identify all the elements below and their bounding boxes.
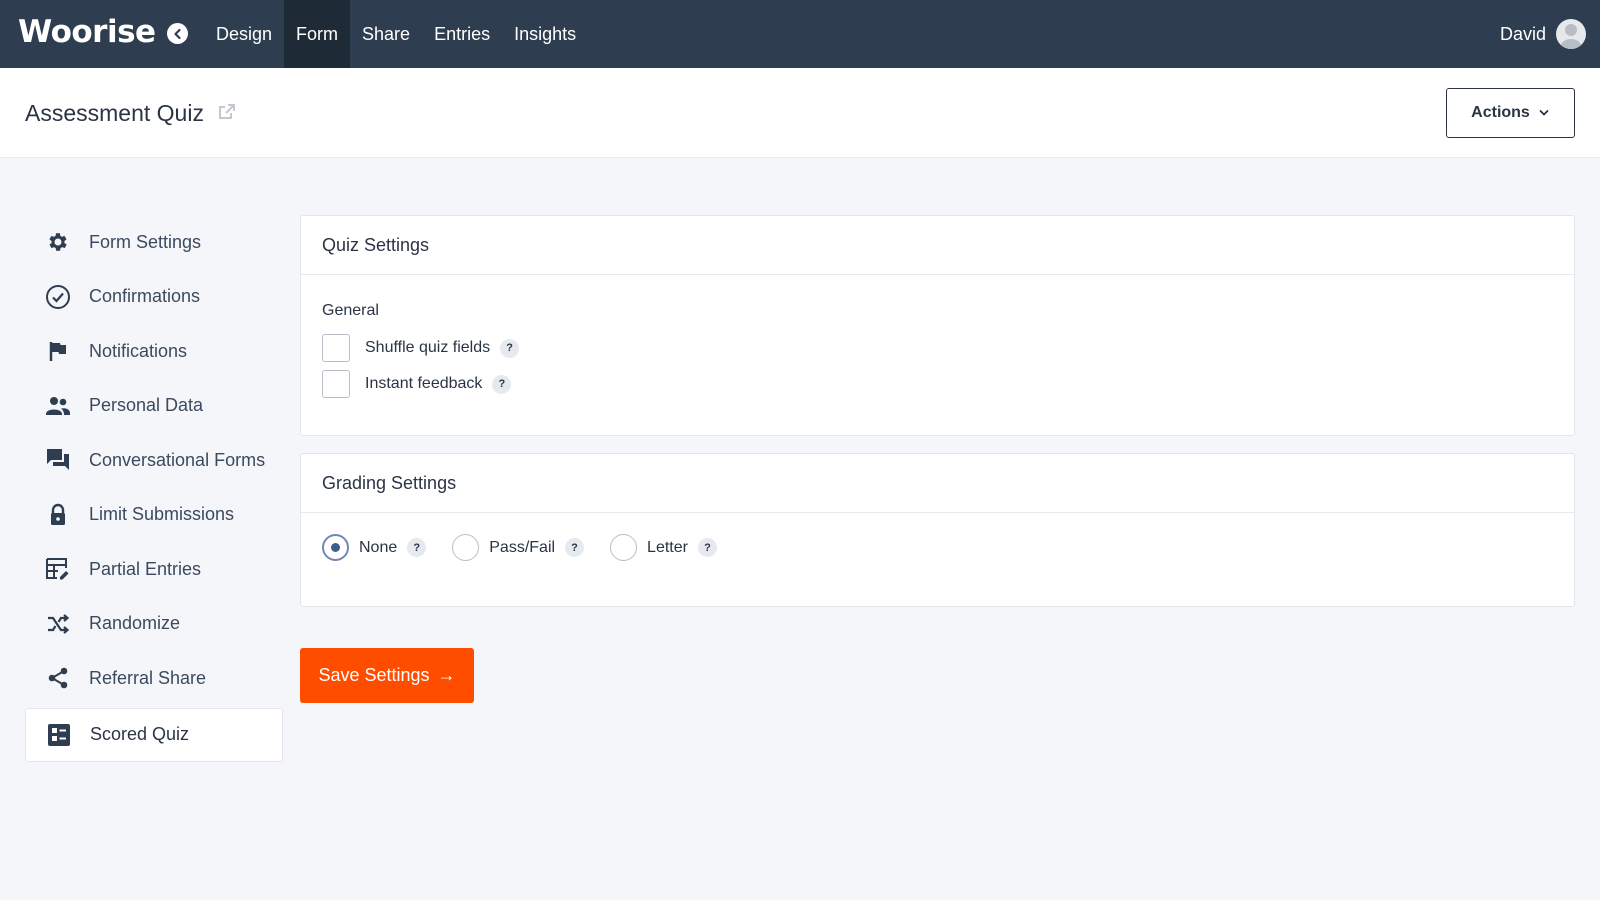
help-icon[interactable]: ? (500, 338, 520, 358)
lock-icon (45, 502, 71, 528)
sidebar-item-referral-share[interactable]: Referral Share (25, 651, 283, 706)
sidebar-item-conversational-forms[interactable]: Conversational Forms (25, 433, 283, 488)
user-name: David (1499, 23, 1546, 44)
shuffle-icon (45, 611, 71, 637)
help-icon[interactable]: ? (407, 538, 427, 557)
main-nav: Design Form Share Entries Insights (204, 0, 588, 68)
grading-option-none[interactable]: None ? (322, 534, 427, 561)
arrow-right-icon: → (437, 665, 456, 685)
option-label: None (359, 538, 398, 556)
sidebar-item-partial-entries[interactable]: Partial Entries (25, 542, 283, 597)
help-icon[interactable]: ? (492, 374, 512, 394)
nav-entries[interactable]: Entries (422, 0, 502, 68)
sidebar-item-label: Notifications (89, 340, 188, 361)
sidebar-item-personal-data[interactable]: Personal Data (25, 379, 283, 434)
grading-radio-group: None ? Pass/Fail ? Letter ? (322, 534, 743, 561)
chevron-left-icon (173, 28, 181, 39)
shuffle-quiz-fields-checkbox[interactable] (322, 334, 350, 362)
sidebar-item-label: Referral Share (89, 667, 207, 688)
sidebar-item-label: Conversational Forms (89, 449, 266, 470)
option-label: Shuffle quiz fields (365, 339, 491, 356)
panel-title: Grading Settings (301, 454, 1574, 513)
sidebar-item-label: Personal Data (89, 395, 204, 416)
shuffle-quiz-fields-option: Shuffle quiz fields ? (322, 334, 520, 362)
settings-sidebar: Form Settings Confirmations Notification… (25, 215, 283, 762)
option-label: Pass/Fail (489, 538, 556, 556)
sidebar-item-label: Partial Entries (89, 558, 202, 579)
page-header: Assessment Quiz Actions (0, 68, 1600, 158)
nav-share[interactable]: Share (350, 0, 422, 68)
table-edit-icon (45, 556, 71, 582)
users-icon (45, 393, 71, 419)
option-label: Letter (647, 538, 688, 556)
panel-title: Quiz Settings (301, 216, 1574, 275)
gear-icon (45, 229, 71, 255)
external-link-icon[interactable] (217, 102, 237, 127)
actions-button[interactable]: Actions (1446, 88, 1575, 138)
nav-design[interactable]: Design (204, 0, 284, 68)
user-icon (1560, 24, 1582, 49)
help-icon[interactable]: ? (697, 538, 717, 557)
group-label: General (322, 302, 379, 319)
quiz-settings-panel: Quiz Settings General Shuffle quiz field… (300, 215, 1575, 436)
chevron-down-icon (1539, 110, 1549, 116)
grading-option-letter[interactable]: Letter ? (610, 534, 717, 561)
nav-insights[interactable]: Insights (502, 0, 588, 68)
avatar (1556, 19, 1586, 49)
flag-icon (45, 338, 71, 364)
save-label: Save Settings (318, 665, 430, 685)
actions-label: Actions (1471, 104, 1530, 121)
user-menu[interactable]: David (1500, 19, 1586, 49)
check-circle-icon (45, 284, 71, 310)
grading-settings-panel: Grading Settings None ? Pass/Fail ? Lett… (300, 453, 1575, 607)
instant-feedback-option: Instant feedback ? (322, 370, 512, 398)
instant-feedback-checkbox[interactable] (322, 370, 350, 398)
sidebar-item-label: Scored Quiz (90, 724, 190, 745)
page-title: Assessment Quiz (25, 100, 204, 126)
app-logo[interactable]: Woorise (18, 14, 156, 50)
sidebar-item-randomize[interactable]: Randomize (25, 597, 283, 652)
sidebar-item-label: Limit Submissions (89, 504, 235, 525)
share-icon (45, 665, 71, 691)
nav-form[interactable]: Form (284, 0, 351, 68)
sidebar-item-confirmations[interactable]: Confirmations (25, 270, 283, 325)
radio-none[interactable] (322, 534, 349, 561)
sidebar-item-limit-submissions[interactable]: Limit Submissions (25, 488, 283, 543)
sidebar-item-notifications[interactable]: Notifications (25, 324, 283, 379)
save-settings-button[interactable]: Save Settings → (300, 648, 474, 703)
back-button[interactable] (167, 23, 188, 44)
chat-icon (45, 447, 71, 473)
sidebar-item-label: Confirmations (89, 286, 201, 307)
sidebar-item-form-settings[interactable]: Form Settings (25, 215, 283, 270)
radio-pass-fail[interactable] (452, 534, 480, 561)
radio-letter[interactable] (610, 534, 638, 561)
sidebar-item-scored-quiz[interactable]: Scored Quiz (25, 707, 283, 762)
top-navbar: Woorise Design Form Share Entries Insigh… (0, 0, 1600, 68)
help-icon[interactable]: ? (565, 538, 585, 557)
grading-option-pass-fail[interactable]: Pass/Fail ? (452, 534, 585, 561)
sidebar-item-label: Form Settings (89, 231, 202, 252)
sidebar-item-label: Randomize (89, 613, 181, 634)
option-label: Instant feedback (365, 375, 483, 392)
quiz-icon (46, 722, 72, 748)
